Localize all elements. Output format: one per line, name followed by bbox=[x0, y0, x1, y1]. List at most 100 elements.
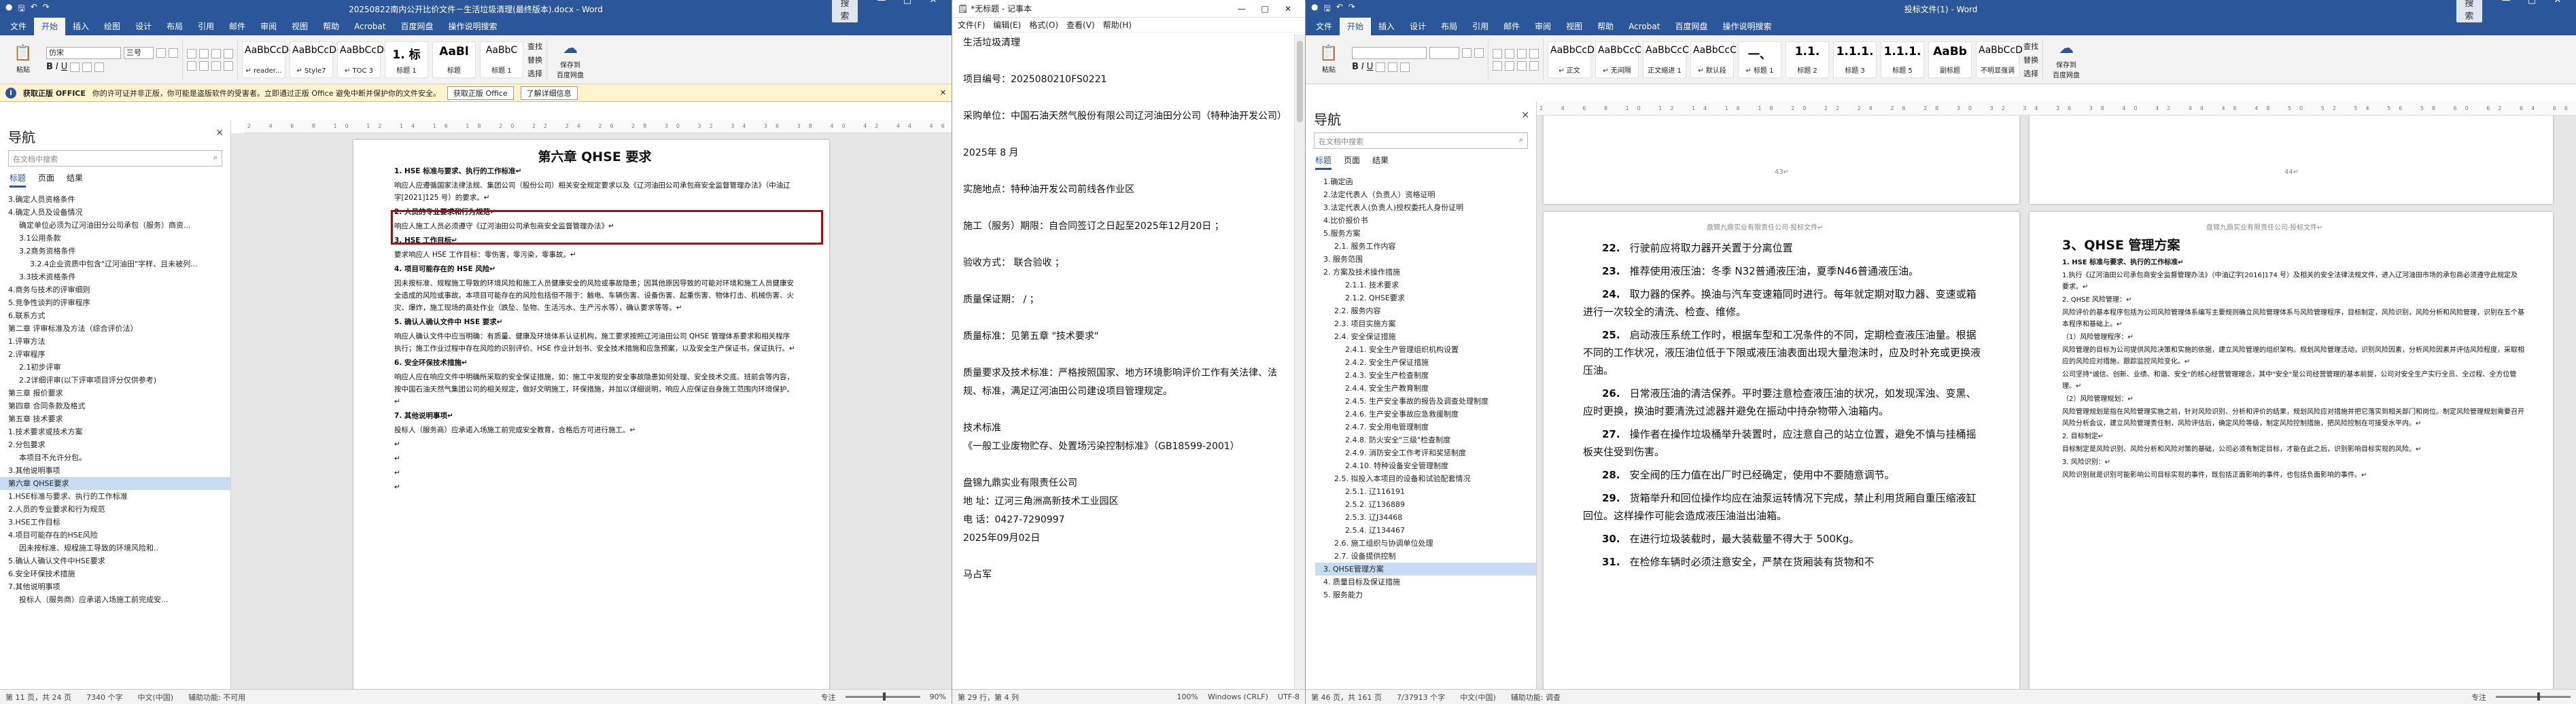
tab[interactable]: 文件 bbox=[3, 18, 34, 35]
nav-search-input[interactable]: 在文档中搜索 ⌕ bbox=[8, 150, 222, 166]
nav-item[interactable]: 2.1.2. QHSE要求 bbox=[1315, 292, 1536, 304]
save-icon[interactable]: 🖫 bbox=[18, 2, 24, 16]
align-left-icon[interactable] bbox=[1493, 60, 1502, 71]
word-count[interactable]: 7/37913 个字 bbox=[1397, 692, 1445, 703]
align-center-icon[interactable] bbox=[199, 60, 209, 71]
document-page[interactable]: 盘锦九鼎实业有限责任公司·投标文件↵ 22. 行驶前应将取力器开关置于分离位置 23… bbox=[1544, 212, 2019, 689]
numbering-icon[interactable] bbox=[199, 48, 209, 58]
nav-item[interactable]: 2.5.1. 辽116191 bbox=[1315, 485, 1536, 498]
nav-item[interactable]: 3.1公用条款 bbox=[0, 232, 230, 245]
learn-more-button[interactable]: 了解详细信息 bbox=[520, 86, 578, 100]
nav-item[interactable]: 2. 方案及技术操作措施 bbox=[1315, 266, 1536, 279]
paste-button[interactable]: 📋 粘贴 bbox=[4, 45, 42, 74]
tab[interactable]: 审阅 bbox=[1527, 18, 1559, 35]
tab[interactable]: 插入 bbox=[1371, 18, 1402, 35]
language[interactable]: 中文(中国) bbox=[137, 692, 173, 703]
font-name-select[interactable] bbox=[1352, 47, 1427, 59]
tell-me-search[interactable]: 操作说明搜索 bbox=[440, 18, 504, 35]
replace-button[interactable]: 替换 bbox=[527, 54, 542, 65]
font-color-icon[interactable] bbox=[94, 62, 105, 72]
nav-item[interactable]: 2.3. 项目实施方案 bbox=[1315, 317, 1536, 330]
tab[interactable]: 引用 bbox=[1465, 18, 1496, 35]
word-count[interactable]: 7340 个字 bbox=[86, 692, 123, 703]
search-button[interactable]: 搜索 bbox=[2456, 0, 2482, 22]
save-icon[interactable]: 🖫 bbox=[1323, 2, 1330, 16]
justify-icon[interactable] bbox=[224, 60, 233, 71]
nav-item[interactable]: 第三章 报价要求 bbox=[0, 387, 230, 400]
nav-item[interactable]: 5.服务方案 bbox=[1315, 227, 1536, 240]
style-tile[interactable]: AaBbCcC ↵ 无间隔 bbox=[1595, 41, 1641, 78]
nav-item[interactable]: 2.1. 服务工作内容 bbox=[1315, 240, 1536, 253]
tab[interactable]: 视图 bbox=[284, 18, 315, 35]
underline-icon[interactable]: U bbox=[61, 62, 68, 72]
focus-button[interactable]: 专注 bbox=[2471, 692, 2486, 703]
nav-item[interactable]: 2.7. 设备提供控制 bbox=[1315, 550, 1536, 563]
maximize-icon[interactable]: □ bbox=[1253, 4, 1276, 14]
font-size-select[interactable]: 三号 bbox=[124, 47, 154, 59]
style-tile[interactable]: 1. 标标题 1 bbox=[385, 41, 428, 78]
style-tile[interactable]: 1.1.1. 标题 3 bbox=[1833, 41, 1877, 78]
align-center-icon[interactable] bbox=[1505, 60, 1514, 71]
save-baidu-button[interactable]: ☁ 保存到 百度网盘 bbox=[551, 40, 589, 80]
nav-item[interactable]: 2.5.4. 辽134467 bbox=[1315, 524, 1536, 537]
menu-help[interactable]: 帮助(H) bbox=[1103, 19, 1132, 31]
document-page[interactable]: 43↵ bbox=[1544, 116, 2019, 204]
nav-item[interactable]: 4. 质量目标及保证措施 bbox=[1315, 576, 1536, 588]
italic-icon[interactable]: I bbox=[1361, 62, 1364, 72]
tab[interactable]: 帮助 bbox=[1590, 18, 1621, 35]
tab[interactable]: 布局 bbox=[1433, 18, 1465, 35]
nav-item[interactable]: 2.4.8. 防火安全"三级"检查制度 bbox=[1315, 434, 1536, 446]
nav-item[interactable]: 1.HSE标准与要求、执行的工作标准 bbox=[0, 490, 230, 503]
bullets-icon[interactable] bbox=[1493, 48, 1502, 58]
nav-item[interactable]: 6.安全环保技术措施 bbox=[0, 567, 230, 580]
language[interactable]: 中文(中国) bbox=[1460, 692, 1496, 703]
nav-item[interactable]: 因未按标准、规程施工导致的环境风险和.. bbox=[0, 542, 230, 555]
style-tile[interactable]: AaBbCcC 正文缩进 1 bbox=[1643, 41, 1689, 78]
font-name-select[interactable]: 仿宋 bbox=[46, 47, 121, 59]
font-size-select[interactable] bbox=[1429, 47, 1459, 59]
nav-item[interactable]: 3.3技术资格条件 bbox=[0, 270, 230, 283]
style-tile[interactable]: 1.1.1. 标题 5 bbox=[1881, 41, 1924, 78]
zoom-slider[interactable] bbox=[845, 692, 920, 701]
paste-button[interactable]: 📋 粘贴 bbox=[1310, 45, 1348, 74]
style-tile[interactable]: AaBl 标题 bbox=[432, 41, 476, 78]
select-button[interactable]: 选择 bbox=[527, 68, 542, 79]
nav-item[interactable]: 2.4.10. 特种设备安全管理制度 bbox=[1315, 459, 1536, 472]
nav-item[interactable]: 3.其他说明事项 bbox=[0, 464, 230, 477]
grow-font-icon[interactable] bbox=[1462, 48, 1472, 58]
nav-item[interactable]: 第二章 评审标准及方法（综合评价法） bbox=[0, 322, 230, 335]
tell-me-search[interactable]: 操作说明搜索 bbox=[1715, 18, 1779, 35]
font-color-icon[interactable] bbox=[1400, 62, 1410, 72]
align-right-icon[interactable] bbox=[211, 60, 221, 71]
redo-icon[interactable]: ↷ bbox=[1348, 2, 1355, 16]
tab[interactable]: 开始 bbox=[1340, 18, 1372, 35]
tab[interactable]: 设计 bbox=[128, 18, 159, 35]
nav-item[interactable]: 4.商务与技术的评审细则 bbox=[0, 283, 230, 296]
nav-item[interactable]: 2.分包要求 bbox=[0, 438, 230, 451]
tab[interactable]: 设计 bbox=[1402, 18, 1433, 35]
scrollbar[interactable] bbox=[1294, 34, 1305, 689]
strike-icon[interactable] bbox=[1376, 62, 1386, 72]
menu-file[interactable]: 文件(F) bbox=[958, 19, 985, 31]
redo-icon[interactable]: ↷ bbox=[43, 2, 50, 16]
tab[interactable]: 百度网盘 bbox=[1667, 18, 1715, 35]
highlight-icon[interactable] bbox=[1388, 62, 1398, 72]
tab[interactable]: 文件 bbox=[1308, 18, 1340, 35]
tab[interactable]: 视图 bbox=[1559, 18, 1590, 35]
nav-item[interactable]: 2.5.2. 辽136889 bbox=[1315, 498, 1536, 511]
nav-tab-headings[interactable]: 标题 bbox=[10, 172, 27, 188]
search-button[interactable]: 搜索 bbox=[832, 0, 858, 22]
nav-item[interactable]: 7.其他说明事项 bbox=[0, 580, 230, 593]
tab[interactable]: 百度网盘 bbox=[393, 18, 440, 35]
align-right-icon[interactable] bbox=[1517, 60, 1527, 71]
sort-icon[interactable] bbox=[1529, 48, 1539, 58]
find-button[interactable]: 查找 bbox=[2023, 41, 2038, 52]
nav-item[interactable]: 本项目不允许分包。 bbox=[0, 451, 230, 464]
style-tile[interactable]: AaBbCcDd ↵ TOC 3 bbox=[337, 41, 390, 78]
nav-tab-results[interactable]: 结果 bbox=[67, 172, 83, 188]
bold-icon[interactable]: B bbox=[46, 62, 53, 72]
style-tile[interactable]: AaBbCcDd ↵ reader... bbox=[242, 41, 295, 78]
grow-font-icon[interactable] bbox=[156, 48, 166, 58]
nav-item[interactable]: 2.5. 拟投入本项目的设备和试验配套情况 bbox=[1315, 472, 1536, 485]
nav-item[interactable]: 2.4.5. 生产安全事故的报告及调查处理制度 bbox=[1315, 395, 1536, 408]
